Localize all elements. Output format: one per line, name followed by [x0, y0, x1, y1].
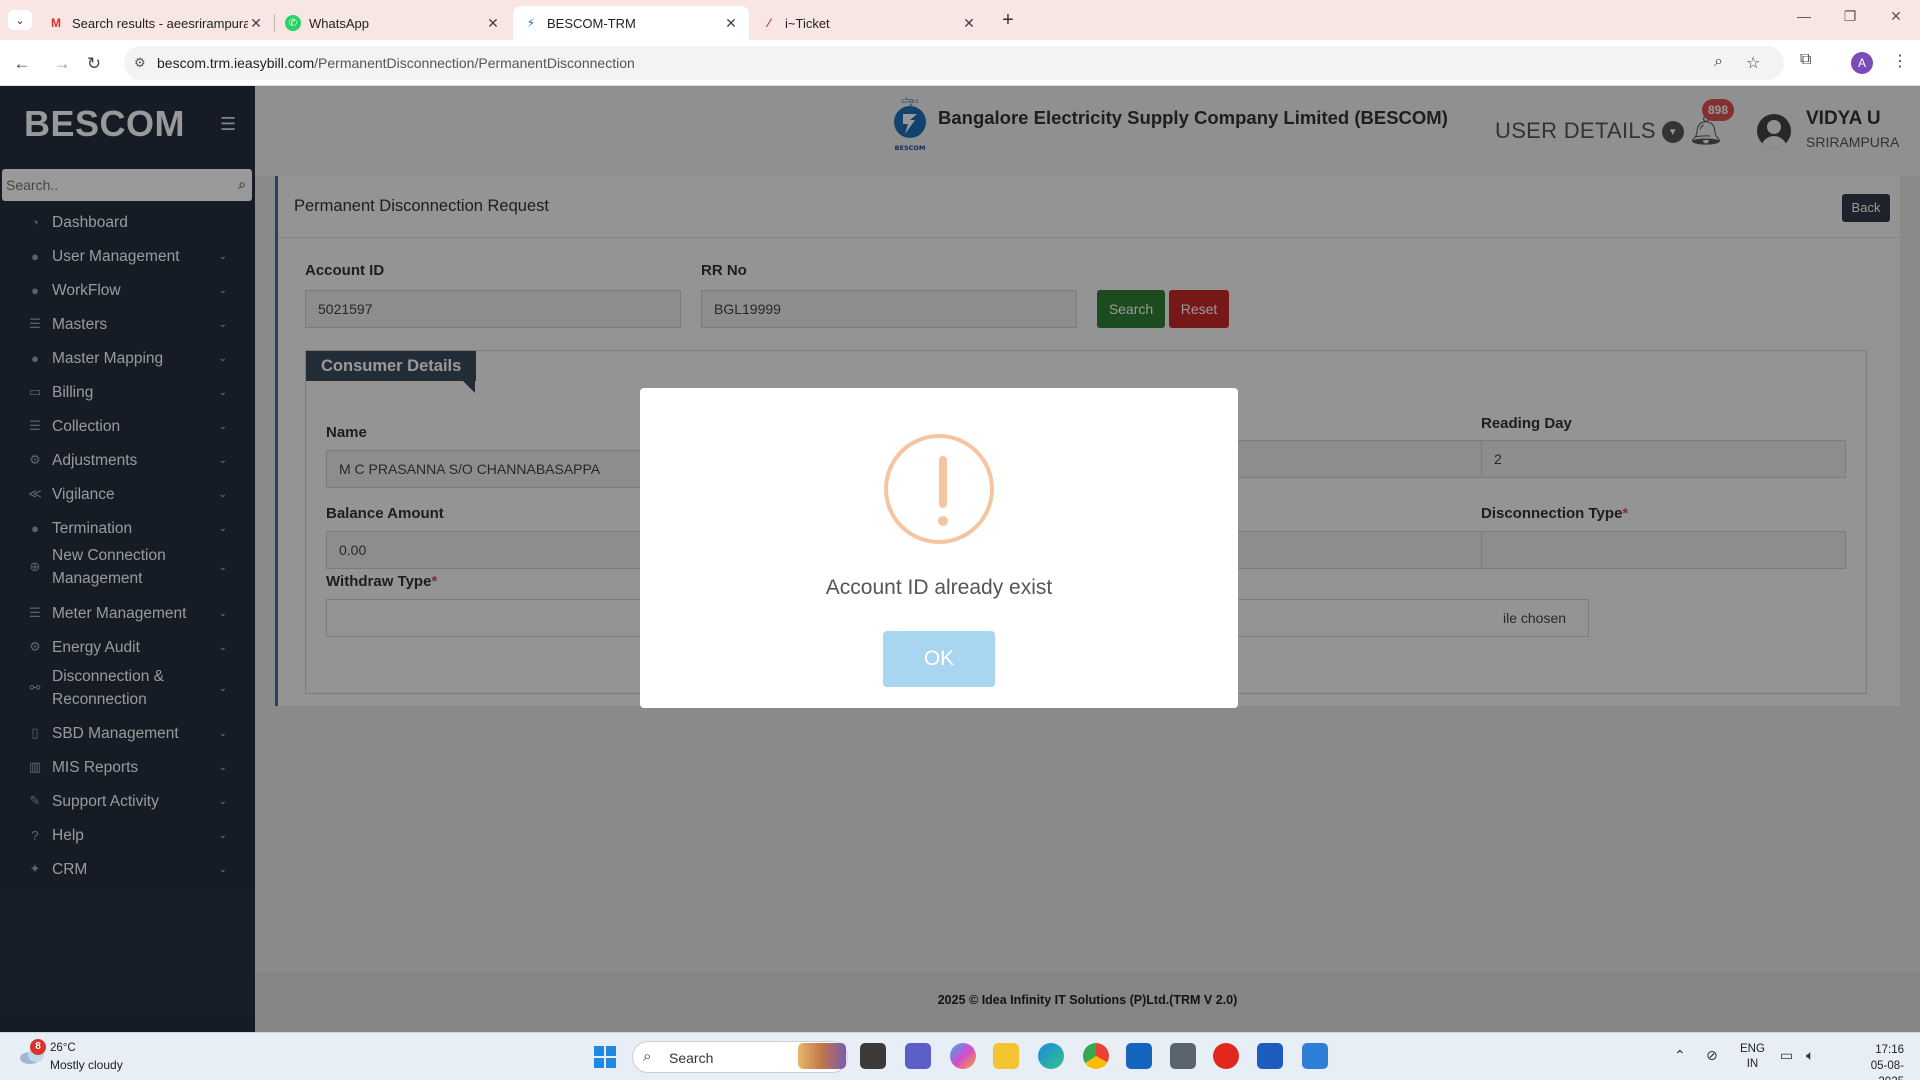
zoom-icon[interactable]: ⌕ — [1714, 53, 1723, 71]
language-indicator[interactable]: ENG IN — [1740, 1042, 1765, 1072]
tab-title: Search results - aeesrirampura@ — [72, 15, 248, 31]
display-icon[interactable]: ▭ — [1780, 1047, 1793, 1064]
weather-condition: Mostly cloudy — [50, 1058, 123, 1072]
ok-button[interactable]: OK — [883, 631, 995, 687]
reload-icon[interactable]: ↻ — [82, 52, 106, 76]
weather-badge: 8 — [30, 1039, 46, 1055]
teams-icon[interactable] — [905, 1043, 931, 1069]
search-icon: ⌕ — [643, 1048, 652, 1065]
gmail-icon: M — [51, 16, 61, 30]
url-host: bescom.trm.ieasybill.com — [157, 55, 315, 71]
browser-tab-iticket[interactable]: ⁄ i~Ticket ✕ — [751, 6, 987, 40]
windows-taskbar: 8 26°C Mostly cloudy ⌕ Search ⌃ ⊘ ENG IN… — [0, 1032, 1920, 1080]
close-window-icon[interactable]: ✕ — [1876, 8, 1916, 25]
browser-tab-bescom[interactable]: ⚡ BESCOM-TRM ✕ — [513, 6, 749, 40]
address-bar[interactable]: ⚙ bescom.trm.ieasybill.com/PermanentDisc… — [124, 46, 1784, 80]
search-highlights-icon[interactable] — [798, 1043, 846, 1069]
iticket-icon: ⁄ — [767, 16, 770, 30]
clock-time: 17:16 — [1875, 1044, 1904, 1056]
file-explorer-icon[interactable] — [993, 1043, 1019, 1069]
tab-title: i~Ticket — [785, 15, 830, 31]
warning-icon — [884, 434, 994, 544]
opera-icon[interactable] — [1213, 1043, 1239, 1069]
forward-arrow-icon[interactable]: → — [50, 52, 74, 76]
task-view-icon[interactable] — [860, 1043, 886, 1069]
copilot-icon[interactable] — [950, 1043, 976, 1069]
snipping-tool-icon[interactable] — [1302, 1043, 1328, 1069]
close-tab-icon[interactable]: ✕ — [723, 15, 739, 32]
system-clock[interactable]: 17:16 05-08-2025 — [1852, 1042, 1904, 1080]
browser-tabbar: ⌄ M Search results - aeesrirampura@ ✕ ✆ … — [0, 0, 1920, 40]
windows-start-icon[interactable] — [594, 1046, 616, 1068]
bookmark-star-icon[interactable]: ☆ — [1746, 53, 1760, 73]
restore-icon[interactable]: ❐ — [1830, 8, 1870, 25]
chrome-icon[interactable] — [1083, 1043, 1109, 1069]
alert-dialog: Account ID already exist OK — [640, 388, 1238, 708]
tab-title: WhatsApp — [309, 15, 369, 31]
extensions-icon[interactable]: ⧉ — [1800, 51, 1811, 69]
browser-toolbar: ← → ↻ ⚙ bescom.trm.ieasybill.com/Permane… — [0, 40, 1920, 86]
tab-title: BESCOM-TRM — [547, 15, 636, 31]
region-code: IN — [1746, 1058, 1759, 1070]
whatsapp-icon: ✆ — [285, 15, 301, 31]
edge-icon[interactable] — [1038, 1043, 1064, 1069]
alert-message: Account ID already exist — [825, 576, 1053, 599]
word-icon[interactable] — [1257, 1043, 1283, 1069]
site-info-icon[interactable]: ⚙ — [134, 55, 146, 71]
minimize-icon[interactable]: — — [1784, 8, 1824, 24]
language-code: ENG — [1740, 1043, 1765, 1055]
back-arrow-icon[interactable]: ← — [10, 52, 34, 76]
tray-overflow-icon[interactable]: ⌃ — [1674, 1047, 1686, 1064]
browser-tab-whatsapp[interactable]: ✆ WhatsApp ✕ — [275, 6, 511, 40]
tab-list-button[interactable]: ⌄ — [8, 10, 32, 30]
clock-date: 05-08-2025 — [1870, 1060, 1904, 1080]
url-text: bescom.trm.ieasybill.com/PermanentDiscon… — [157, 55, 635, 71]
new-tab-button[interactable]: + — [996, 8, 1020, 32]
taskbar-search-label: Search — [669, 1050, 714, 1066]
bescom-icon: ⚡ — [526, 16, 536, 30]
volume-icon[interactable]: 🔈︎ — [1806, 1047, 1814, 1064]
profile-avatar[interactable]: A — [1851, 52, 1873, 74]
weather-temperature: 26°C — [50, 1042, 76, 1054]
close-tab-icon[interactable]: ✕ — [961, 15, 977, 32]
browser-tab-gmail[interactable]: M Search results - aeesrirampura@ ✕ — [38, 6, 274, 40]
store-icon[interactable] — [1126, 1043, 1152, 1069]
browser-menu-icon[interactable]: ⋮ — [1892, 51, 1908, 71]
close-tab-icon[interactable]: ✕ — [485, 15, 501, 32]
close-tab-icon[interactable]: ✕ — [248, 15, 264, 32]
calculator-icon[interactable] — [1170, 1043, 1196, 1069]
url-path: /PermanentDisconnection/PermanentDisconn… — [314, 55, 635, 71]
network-icon[interactable]: ⊘ — [1706, 1047, 1718, 1064]
